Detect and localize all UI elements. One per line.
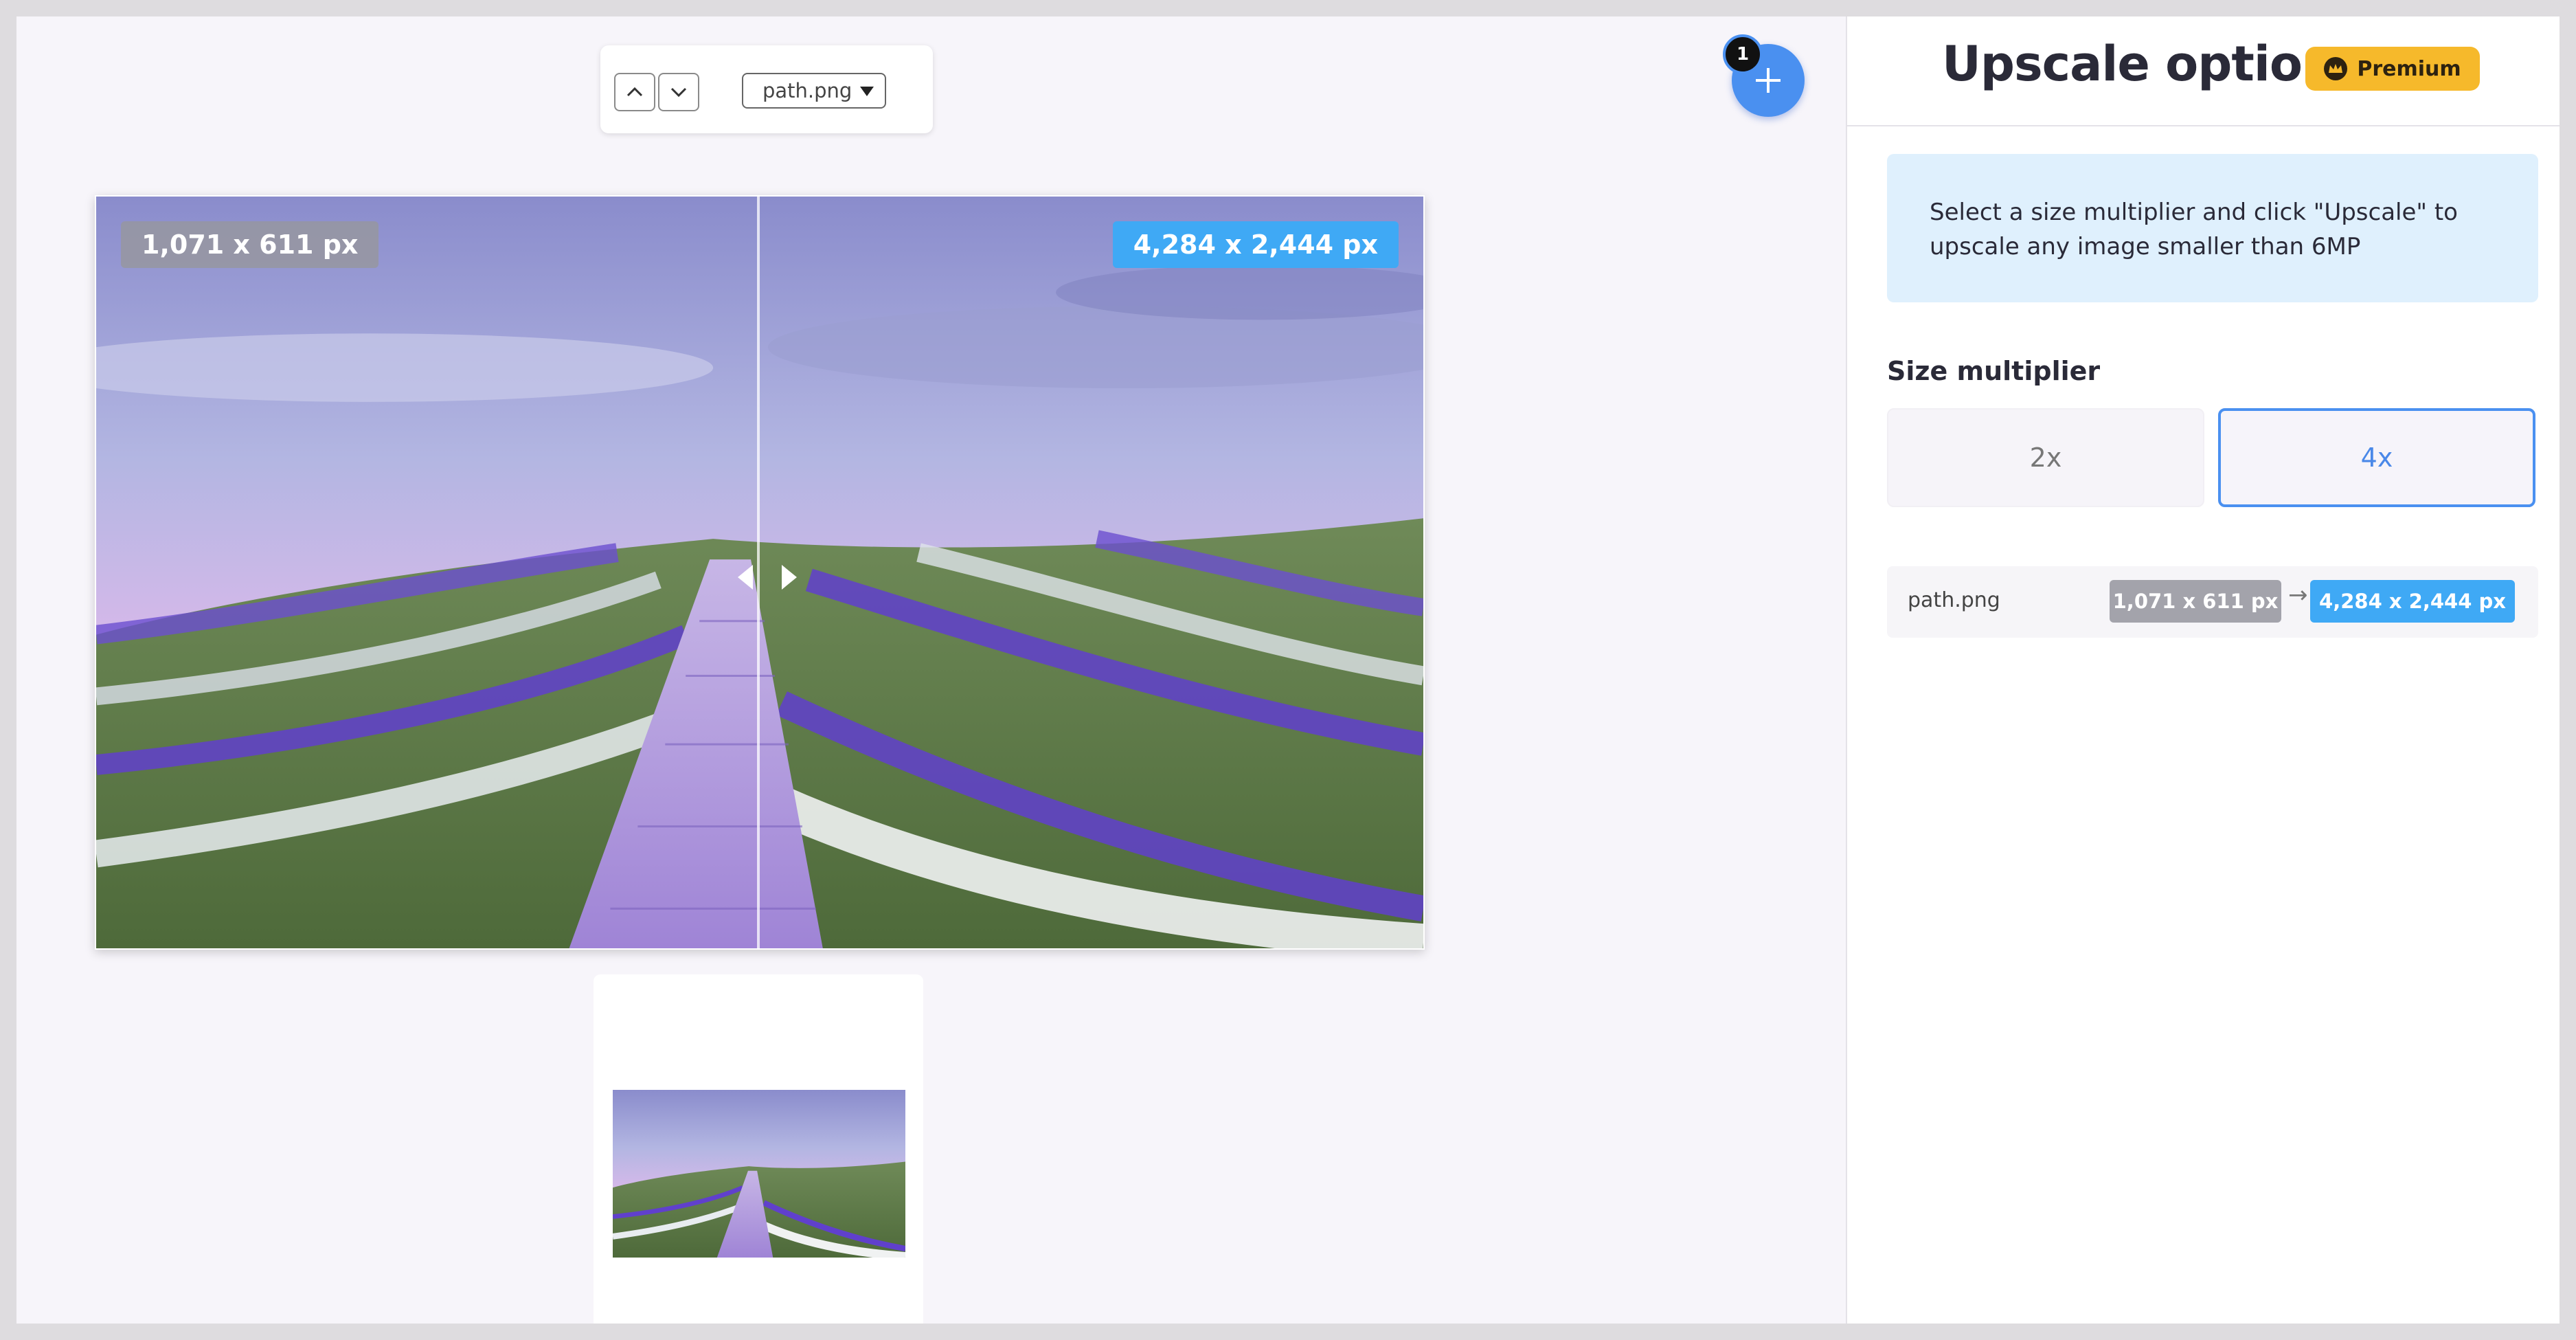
upscaled-size-tag: 4,284 x 2,444 px bbox=[1112, 221, 1399, 268]
upscaled-size-badge: 4,284 x 2,444 px bbox=[2310, 580, 2515, 623]
before-after-comparison[interactable]: 1,071 x 611 px 4,284 x 2,444 px bbox=[95, 195, 1425, 950]
file-list-item: path.png 1,071 x 611 px → 4,284 x 2,444 … bbox=[1887, 566, 2538, 638]
upscale-options-panel: Upscale options Premium Select a size mu… bbox=[1846, 16, 2560, 1324]
premium-label: Premium bbox=[2357, 56, 2461, 81]
image-thumbnail[interactable] bbox=[613, 1090, 905, 1258]
premium-badge[interactable]: Premium bbox=[2305, 47, 2480, 91]
chevron-up-icon bbox=[626, 87, 643, 97]
chevron-down-icon bbox=[670, 87, 687, 98]
image-count-badge: 1 bbox=[1723, 34, 1763, 74]
thumbnail-strip bbox=[594, 974, 923, 1324]
plus-icon bbox=[1756, 68, 1781, 93]
next-image-button[interactable] bbox=[658, 73, 699, 111]
file-select-dropdown[interactable]: path.png bbox=[742, 73, 886, 109]
selected-file-name: path.png bbox=[762, 79, 852, 102]
multiplier-2x-button[interactable]: 2x bbox=[1887, 408, 2204, 507]
caret-down-icon bbox=[860, 87, 874, 96]
arrow-right-icon: → bbox=[2288, 581, 2308, 609]
previous-image-button[interactable] bbox=[614, 73, 655, 111]
app-window: path.png 1 1,071 x 611 px 4,284 x 2,444 … bbox=[16, 16, 2560, 1324]
multiplier-4x-button[interactable]: 4x bbox=[2218, 408, 2535, 507]
slider-left-arrow-icon[interactable] bbox=[738, 565, 753, 590]
image-toolbar: path.png bbox=[600, 45, 933, 133]
slider-right-arrow-icon[interactable] bbox=[782, 565, 797, 590]
original-size-badge: 1,071 x 611 px bbox=[2110, 580, 2281, 623]
panel-header: Upscale options Premium bbox=[1847, 16, 2560, 126]
size-multiplier-label: Size multiplier bbox=[1887, 356, 2101, 386]
file-name: path.png bbox=[1908, 588, 2000, 612]
editor-area: path.png 1 1,071 x 611 px 4,284 x 2,444 … bbox=[16, 16, 1846, 1324]
landscape-image bbox=[96, 197, 1423, 948]
original-size-tag: 1,071 x 611 px bbox=[121, 221, 379, 268]
panel-title: Upscale options bbox=[1942, 36, 2364, 92]
crown-icon bbox=[2324, 57, 2348, 80]
info-message: Select a size multiplier and click "Upsc… bbox=[1887, 154, 2538, 302]
compare-divider[interactable] bbox=[757, 197, 760, 948]
